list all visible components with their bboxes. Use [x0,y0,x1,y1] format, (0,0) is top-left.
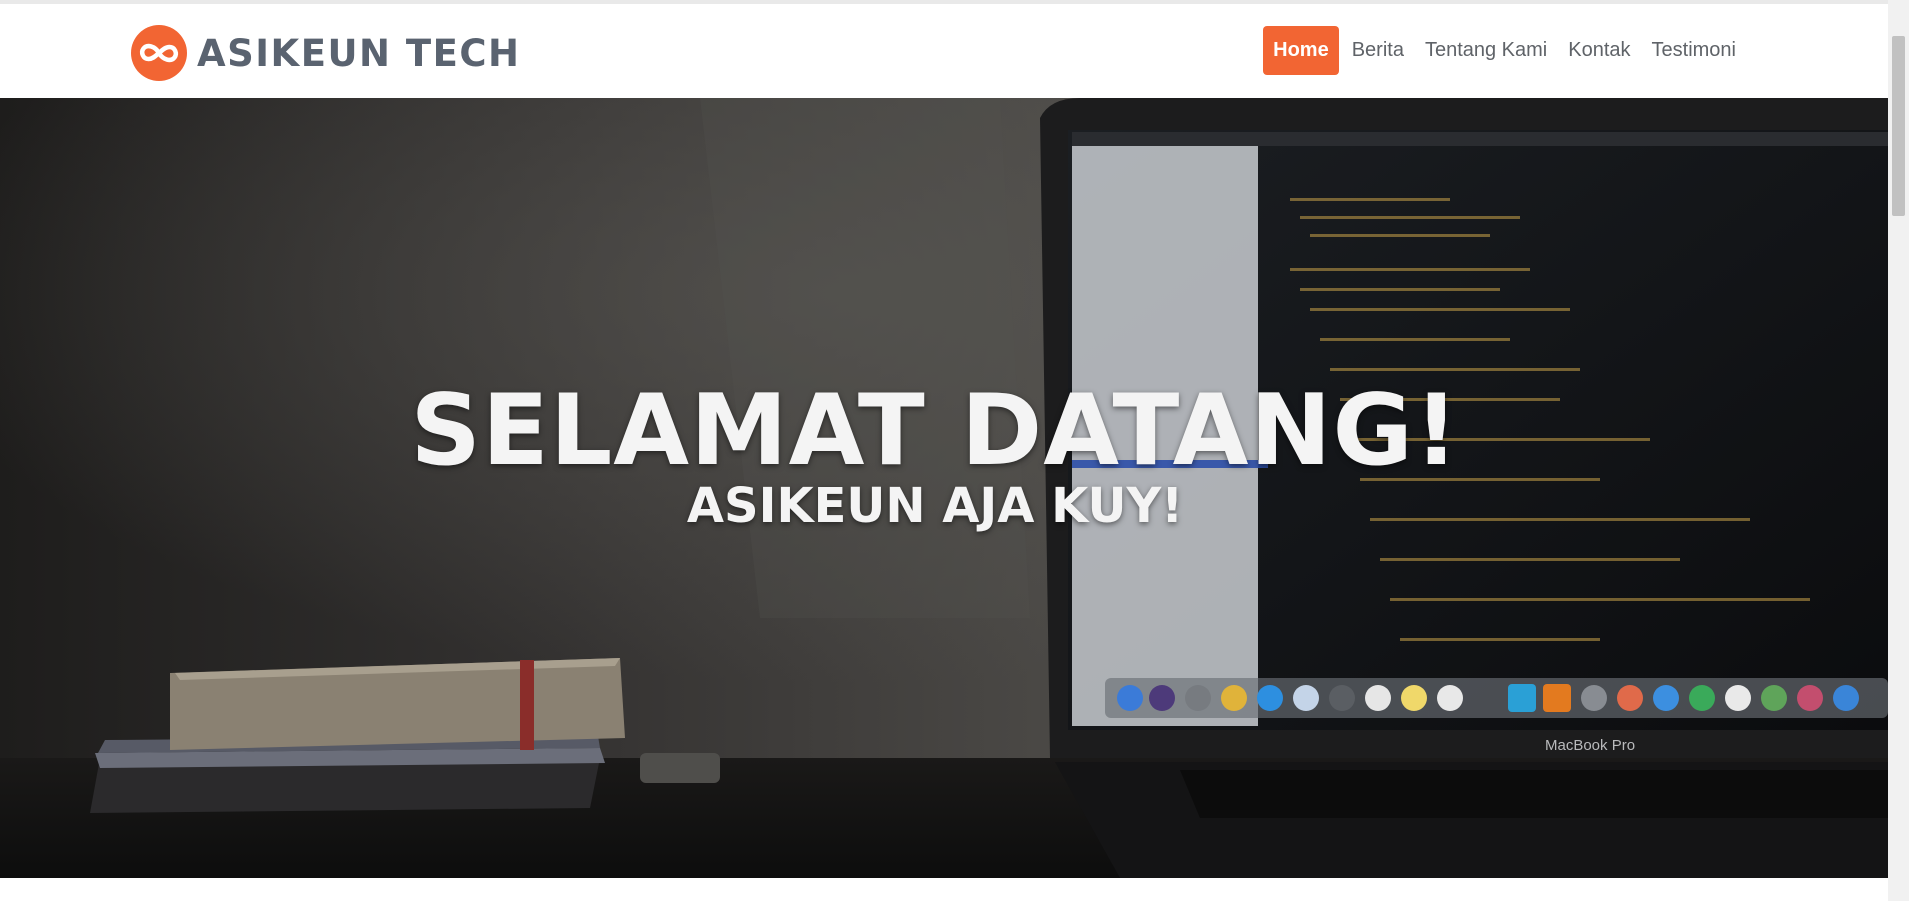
brand-name: ASIKEUN TECH [197,31,521,75]
scrollbar-thumb[interactable] [1892,36,1905,216]
hero-subtitle: ASIKEUN AJA KUY! [686,477,1184,534]
nav-item-home[interactable]: Home [1263,26,1339,75]
hero-section: MacBook Pro SELAMAT DATANG! ASIKEUN AJA … [0,98,1888,878]
main-nav: Home Berita Tentang Kami Kontak Testimon… [1262,26,1746,75]
infinity-logo-icon [131,25,187,81]
navbar: ASIKEUN TECH Home Berita Tentang Kami Ko… [0,4,1888,98]
page-scrollbar[interactable] [1888,0,1909,901]
page: ASIKEUN TECH Home Berita Tentang Kami Ko… [0,0,1888,901]
brand-link[interactable]: ASIKEUN TECH [131,22,521,84]
nav-item-berita[interactable]: Berita [1342,26,1414,75]
laptop-label: MacBook Pro [1545,737,1635,754]
nav-item-tentang-kami[interactable]: Tentang Kami [1415,26,1557,75]
hero-title: SELAMAT DATANG! [410,373,1460,488]
nav-item-kontak[interactable]: Kontak [1558,26,1640,75]
nav-item-testimoni[interactable]: Testimoni [1642,26,1746,75]
